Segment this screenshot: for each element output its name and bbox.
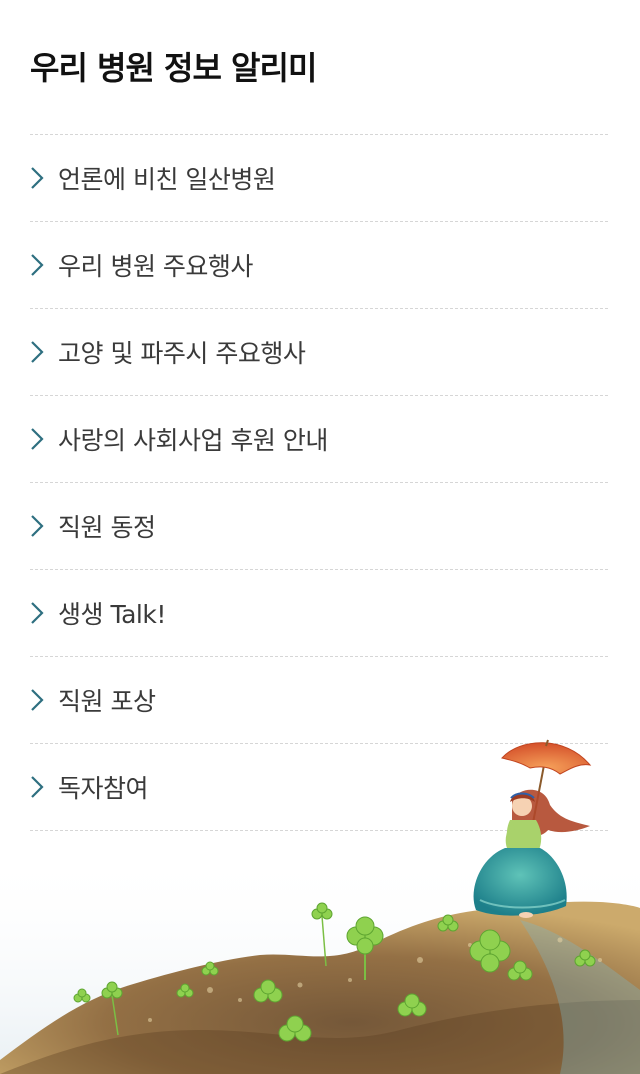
chevron-right-icon bbox=[30, 340, 44, 364]
menu-item-label: 언론에 비친 일산병원 bbox=[58, 165, 276, 194]
menu-item-staff-news[interactable]: 직원 동정 bbox=[30, 483, 608, 570]
menu-item-talk[interactable]: 생생 Talk! bbox=[30, 570, 608, 657]
chevron-right-icon bbox=[30, 688, 44, 712]
menu-item-label: 직원 포상 bbox=[58, 687, 156, 716]
menu-item-label: 직원 동정 bbox=[58, 513, 156, 542]
menu-item-label: 생생 Talk! bbox=[58, 600, 166, 629]
menu-item-label: 사랑의 사회사업 후원 안내 bbox=[58, 426, 328, 455]
girl-with-umbrella-on-hill-illustration bbox=[0, 739, 640, 1074]
menu-item-label: 우리 병원 주요행사 bbox=[58, 252, 253, 281]
menu-item-social-welfare[interactable]: 사랑의 사회사업 후원 안내 bbox=[30, 396, 608, 483]
chevron-right-icon bbox=[30, 166, 44, 190]
menu-item-hospital-events[interactable]: 우리 병원 주요행사 bbox=[30, 222, 608, 309]
menu-item-label: 고양 및 파주시 주요행사 bbox=[58, 339, 306, 368]
menu-item-local-events[interactable]: 고양 및 파주시 주요행사 bbox=[30, 309, 608, 396]
chevron-right-icon bbox=[30, 253, 44, 277]
chevron-right-icon bbox=[30, 427, 44, 451]
chevron-right-icon bbox=[30, 601, 44, 625]
chevron-right-icon bbox=[30, 514, 44, 538]
page-title: 우리 병원 정보 알리미 bbox=[30, 49, 317, 87]
info-menu-list: 언론에 비친 일산병원 우리 병원 주요행사 고양 및 파주시 주요행사 사랑의… bbox=[30, 134, 608, 831]
menu-item-press[interactable]: 언론에 비친 일산병원 bbox=[30, 135, 608, 222]
